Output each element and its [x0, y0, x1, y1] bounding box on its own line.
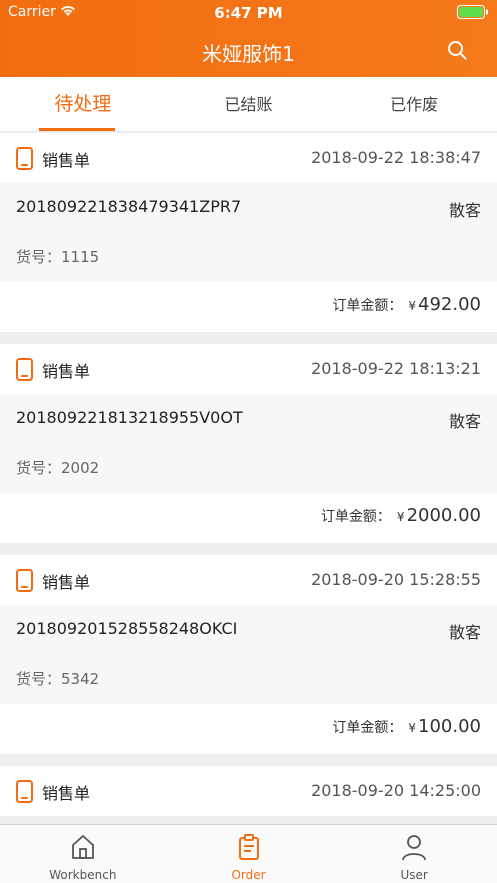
tabbar-label: Workbench	[49, 868, 117, 882]
order-time: 2018-09-20 15:28:55	[311, 570, 481, 589]
order-card-footer: 订单金额： ¥2000.00	[0, 493, 497, 543]
currency-symbol: ¥	[408, 299, 417, 313]
phone-icon	[16, 358, 33, 381]
tabbar-workbench[interactable]: Workbench	[0, 825, 166, 883]
amount-value: 492.00	[418, 294, 481, 315]
order-card-body: 20180920152855824​8OKCI 散客 货号：5342	[0, 605, 497, 704]
customer-type: 散客	[448, 412, 481, 431]
currency-symbol: ¥	[408, 721, 417, 735]
order-status-tabs: 待处理 已结账 已作废	[0, 77, 497, 132]
order-amount: 订单金额： ¥100.00	[332, 716, 481, 737]
search-icon[interactable]	[447, 40, 467, 60]
tab-pending[interactable]: 待处理	[0, 77, 166, 131]
amount-label: 订单金额：	[332, 298, 403, 314]
amount-value: 2000.00	[406, 505, 481, 526]
order-card-body: 20180922181321895​5V0OT 散客 货号：2002	[0, 394, 497, 493]
customer-type: 散客	[448, 623, 481, 642]
order-card-header: 销售单 2018-09-20 15:28:55	[0, 555, 497, 605]
currency-symbol: ¥	[396, 510, 405, 524]
order-type: 销售单	[42, 784, 91, 803]
tabbar-label: Order	[231, 868, 266, 882]
order-time: 2018-09-22 18:38:47	[311, 148, 481, 167]
order-card[interactable]: 销售单 2018-09-22 18:38:47 2018092218384793…	[0, 133, 497, 332]
order-time: 2018-09-20 14:25:00	[311, 781, 481, 800]
tabbar-user[interactable]: User	[331, 825, 497, 883]
clipboard-icon	[238, 834, 259, 860]
tabbar-order[interactable]: Order	[166, 825, 332, 883]
amount-label: 订单金额：	[332, 720, 403, 736]
order-card[interactable]: 销售单 2018-09-20 15:28:55 2018092015285582…	[0, 555, 497, 754]
amount-value: 100.00	[418, 716, 481, 737]
order-number: 20180920152855824​8OKCI	[16, 619, 238, 638]
order-amount: 订单金额： ¥2000.00	[321, 505, 481, 526]
order-card-body: 20180922183847934​1ZPR7 散客 货号：1115	[0, 183, 497, 282]
amount-label: 订单金额：	[320, 509, 391, 525]
status-time: 6:47 PM	[214, 4, 283, 22]
order-type: 销售单	[42, 151, 91, 170]
order-amount: 订单金额： ¥492.00	[332, 294, 481, 315]
order-list: 销售单 2018-09-22 18:38:47 2018092218384793…	[0, 133, 497, 828]
tabbar-label: User	[400, 868, 428, 882]
customer-type: 散客	[448, 201, 481, 220]
user-icon	[402, 835, 427, 861]
phone-icon	[16, 147, 33, 170]
page-title: 米娅服饰1	[202, 42, 295, 66]
order-number: 20180922183847934​1ZPR7	[16, 197, 242, 216]
phone-icon	[16, 780, 33, 803]
order-time: 2018-09-22 18:13:21	[311, 359, 481, 378]
home-icon	[71, 835, 94, 859]
tab-voided[interactable]: 已作废	[331, 77, 497, 131]
phone-icon	[16, 569, 33, 592]
order-card[interactable]: 销售单 2018-09-20 14:25:00	[0, 766, 497, 816]
item-number: 货号：2002	[16, 459, 100, 477]
order-card-header: 销售单 2018-09-22 18:13:21	[0, 344, 497, 394]
order-card-header: 销售单 2018-09-20 14:25:00	[0, 766, 497, 816]
order-number: 20180922181321895​5V0OT	[16, 408, 243, 427]
item-number: 货号：1115	[16, 248, 100, 266]
order-card-footer: 订单金额： ¥492.00	[0, 282, 497, 332]
order-card[interactable]: 销售单 2018-09-22 18:13:21 2018092218132189…	[0, 344, 497, 543]
battery-icon	[457, 5, 488, 19]
bottom-tab-bar: Workbench Order User	[0, 824, 497, 883]
order-card-header: 销售单 2018-09-22 18:38:47	[0, 133, 497, 183]
app-header: Carrier 6:47 PM 米娅服饰1	[0, 0, 497, 77]
status-bar: Carrier 6:47 PM	[0, 0, 497, 26]
tab-settled[interactable]: 已结账	[166, 77, 332, 131]
order-type: 销售单	[42, 573, 91, 592]
order-card-footer: 订单金额： ¥100.00	[0, 704, 497, 754]
item-number: 货号：5342	[16, 670, 100, 688]
order-type: 销售单	[42, 362, 91, 381]
